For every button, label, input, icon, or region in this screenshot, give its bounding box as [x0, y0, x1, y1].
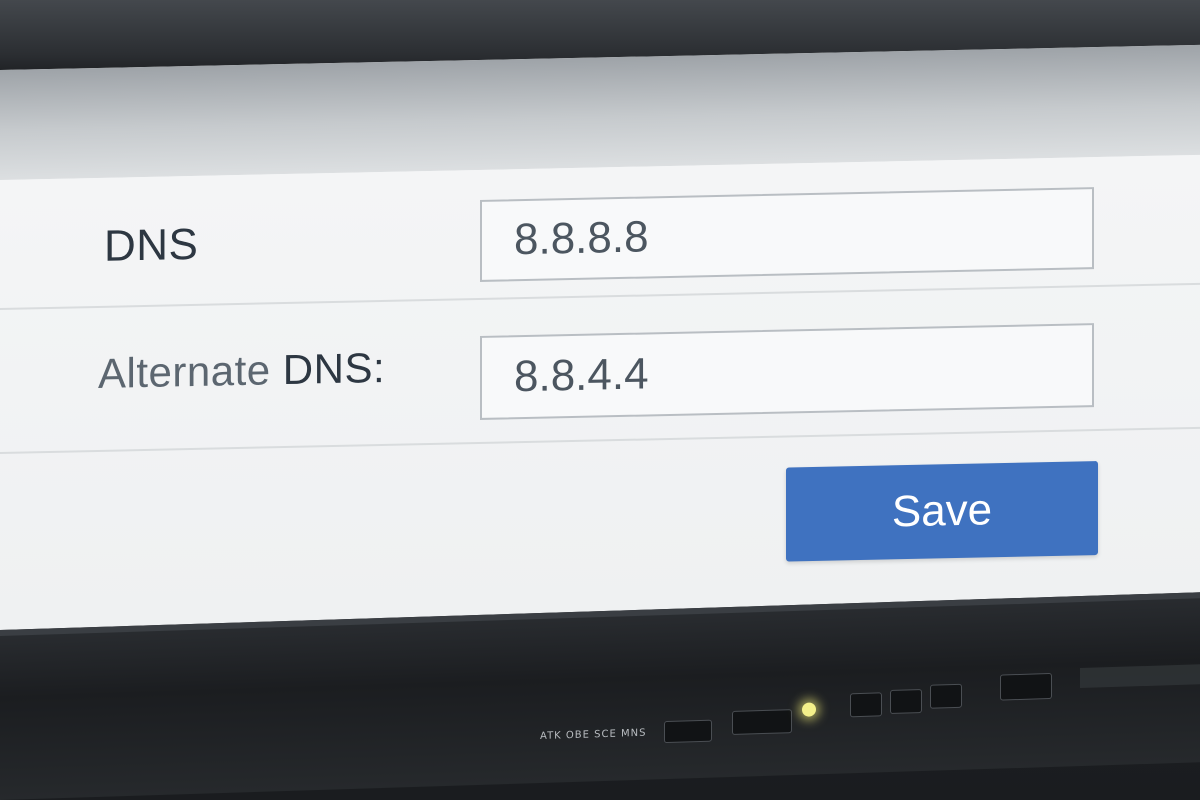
alternate-dns-label-suffix: DNS: [282, 343, 386, 394]
monitor-controls-label: ATK OBE SCE MNS [540, 727, 647, 743]
alternate-dns-label-prefix: Alternate [98, 346, 271, 397]
dns-row: DNS 8.8.8.8 [0, 154, 1200, 310]
alternate-dns-input-value: 8.8.4.4 [514, 349, 649, 402]
monitor-rocker-button[interactable] [732, 709, 792, 735]
monitor-photo: DNS 8.8.8.8 Alternate DNS: 8.8.4.4 Save … [0, 0, 1200, 800]
save-button-label: Save [891, 485, 993, 537]
bezel-vent-strip [1080, 664, 1200, 689]
alternate-dns-row: Alternate DNS: 8.8.4.4 [0, 284, 1200, 454]
monitor-button-b[interactable] [890, 689, 922, 715]
dns-label: DNS [104, 219, 199, 271]
alternate-dns-label: Alternate DNS: [98, 344, 385, 398]
monitor-button-c[interactable] [930, 683, 962, 709]
power-led-icon [802, 702, 816, 717]
monitor-menu-button[interactable] [664, 719, 712, 744]
save-button[interactable]: Save [786, 461, 1098, 562]
dns-input-value: 8.8.8.8 [514, 212, 649, 265]
dns-input[interactable]: 8.8.8.8 [480, 187, 1094, 282]
monitor-button-a[interactable] [850, 692, 882, 718]
monitor-bottom-bezel: ATK OBE SCE MNS [0, 592, 1200, 800]
monitor-power-button[interactable] [1000, 672, 1052, 701]
alternate-dns-input[interactable]: 8.8.4.4 [480, 323, 1094, 420]
